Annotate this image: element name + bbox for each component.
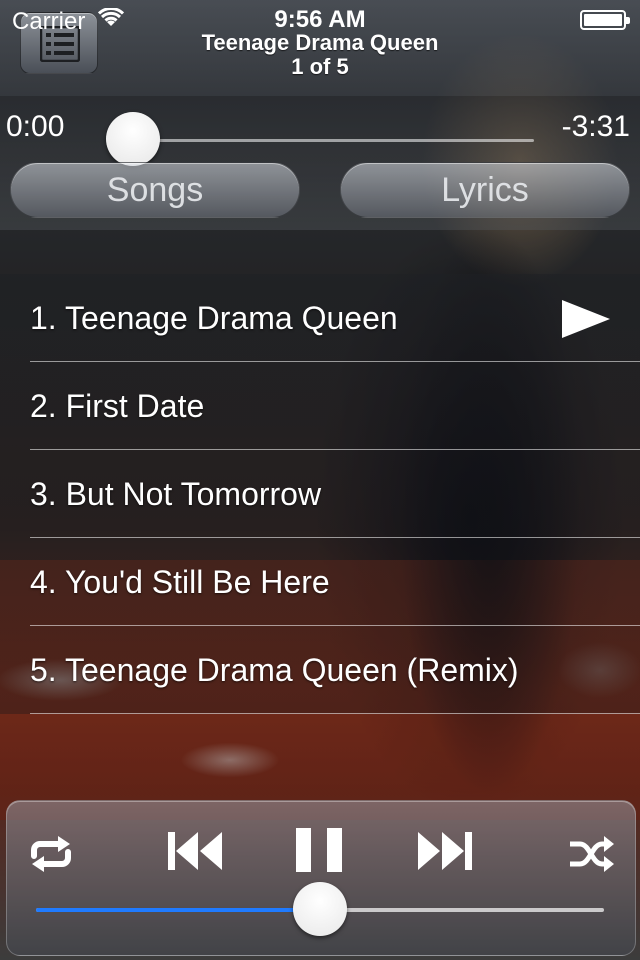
pause-icon[interactable]: [294, 828, 344, 872]
scrubber-thumb[interactable]: [106, 112, 160, 166]
songs-tab[interactable]: Songs: [10, 162, 300, 218]
song-row[interactable]: 2. First Date: [30, 362, 640, 450]
song-label: 5. Teenage Drama Queen (Remix): [30, 652, 519, 688]
song-label: 3. But Not Tomorrow: [30, 476, 322, 512]
previous-track-icon[interactable]: [166, 830, 224, 872]
time-remaining: -3:31: [561, 110, 630, 143]
play-icon: [562, 300, 610, 338]
scrubber-track[interactable]: [130, 139, 534, 142]
time-elapsed: 0:00: [6, 110, 65, 143]
song-row[interactable]: 5. Teenage Drama Queen (Remix): [30, 626, 640, 714]
status-time: 9:56 AM: [274, 6, 366, 33]
song-row[interactable]: 4. You'd Still Be Here: [30, 538, 640, 626]
volume-fill: [36, 908, 318, 912]
track-position: 1 of 5: [291, 54, 349, 79]
shuffle-icon[interactable]: [568, 836, 616, 872]
song-label: 1. Teenage Drama Queen: [30, 300, 398, 336]
battery-icon: [580, 10, 630, 30]
song-row[interactable]: 3. But Not Tomorrow: [30, 450, 640, 538]
song-label: 4. You'd Still Be Here: [30, 564, 330, 600]
repeat-icon[interactable]: [26, 834, 76, 874]
song-row[interactable]: 1. Teenage Drama Queen: [30, 274, 640, 362]
lyrics-tab[interactable]: Lyrics: [340, 162, 630, 218]
volume-thumb[interactable]: [293, 882, 347, 936]
next-track-icon[interactable]: [416, 830, 474, 872]
status-bar: Carrier 9:56 AM: [0, 0, 640, 40]
song-label: 2. First Date: [30, 388, 205, 424]
